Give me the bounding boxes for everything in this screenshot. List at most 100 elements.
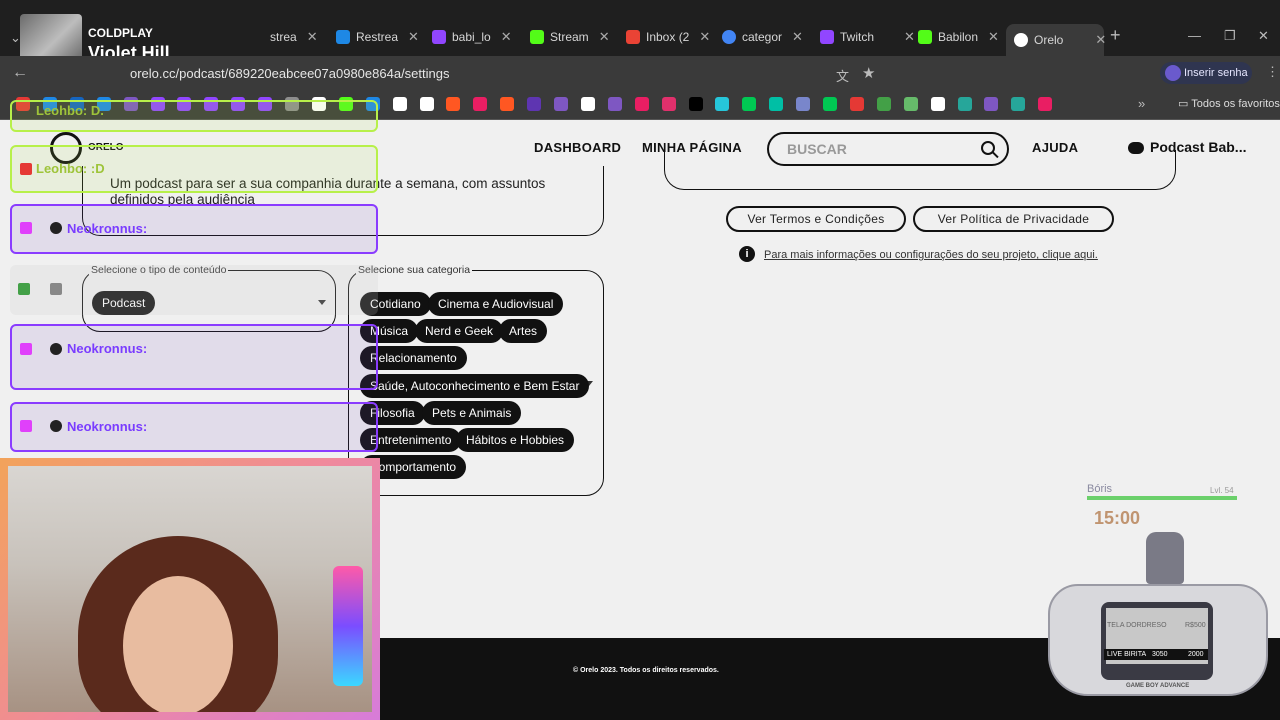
bookmark-icon[interactable]	[876, 97, 891, 111]
gba-line2-right: 2000	[1188, 651, 1204, 658]
tab-label: Orelo	[1034, 33, 1064, 47]
gmail-icon	[626, 30, 640, 44]
sub-badge-icon	[20, 343, 32, 355]
gba-line1-left: TELA DORDRESO	[1107, 622, 1167, 629]
bookmark-icon[interactable]	[527, 97, 542, 111]
tab-label: Babilon	[938, 30, 979, 44]
close-icon[interactable]: ✕	[1095, 32, 1106, 48]
close-icon[interactable]: ✕	[599, 29, 610, 45]
tab-orelo[interactable]: Orelo ✕	[1006, 24, 1106, 56]
category-chip[interactable]: Hábitos e Hobbies	[456, 428, 575, 452]
bookmark-icon[interactable]	[419, 97, 434, 111]
category-chip[interactable]: Saúde, Autoconhecimento e Bem Estar	[360, 374, 590, 398]
bookmark-icon[interactable]	[903, 97, 918, 111]
all-favorites[interactable]: ▭ Todos os favoritos	[1178, 97, 1280, 110]
streamer-face	[123, 576, 233, 712]
bookmark-icon[interactable]	[957, 97, 972, 111]
neon-light	[333, 566, 363, 686]
bookmark-icon[interactable]	[1038, 97, 1053, 111]
tab-inbox[interactable]: Inbox (2 ✕	[626, 26, 710, 48]
close-icon[interactable]: ✕	[699, 29, 710, 45]
x-badge-icon	[20, 163, 32, 175]
bookmark-icon[interactable]	[554, 97, 568, 111]
close-icon[interactable]: ✕	[988, 29, 999, 45]
category-chip[interactable]: Artes	[499, 319, 548, 343]
nav-dashboard[interactable]: DASHBOARD	[534, 140, 621, 155]
bookmark-icon[interactable]	[392, 97, 407, 111]
tab-search-icon[interactable]: ⌄	[10, 30, 21, 46]
terms-button[interactable]: Ver Termos e Condições	[726, 206, 906, 232]
back-icon[interactable]: ←	[12, 64, 28, 82]
tab-label: Twitch	[840, 30, 875, 44]
project-card	[664, 150, 1176, 190]
bookmark-icon[interactable]	[823, 97, 837, 111]
bookmark-icon[interactable]	[500, 97, 515, 111]
sub-badge-icon	[20, 222, 32, 234]
gba-line1-right: R$500	[1185, 622, 1206, 629]
translate-icon[interactable]: ⽂	[836, 66, 849, 85]
bookmark-icon[interactable]	[473, 97, 488, 111]
orelo-icon	[1014, 33, 1028, 47]
category-chip[interactable]: Nerd e Geek	[415, 319, 504, 343]
close-icon[interactable]: ✕	[501, 29, 512, 45]
chat-username: Neokronnus:	[67, 221, 148, 236]
menu-icon[interactable]: ⋮	[1266, 64, 1279, 80]
tab-twitch[interactable]: Twitch ✕	[820, 26, 915, 48]
webcam-feed	[8, 466, 372, 712]
bookmark-icon[interactable]	[849, 97, 864, 111]
signin-button[interactable]: Inserir senha	[1160, 62, 1252, 84]
bookmark-icon[interactable]	[446, 97, 461, 111]
category-chip[interactable]: Pets e Animais	[422, 401, 522, 425]
close-icon[interactable]: ✕	[792, 29, 803, 45]
cat-badge-icon	[50, 420, 62, 432]
bookmark-icon[interactable]	[580, 97, 595, 111]
close-icon[interactable]: ✕	[408, 29, 419, 45]
more-bookmarks-icon[interactable]: »	[1138, 96, 1145, 111]
sub-badge-icon	[20, 420, 32, 432]
privacy-button[interactable]: Ver Política de Privacidade	[913, 206, 1114, 232]
chat-message	[10, 265, 378, 315]
chat-message	[10, 324, 378, 390]
bookmark-icon[interactable]	[661, 97, 676, 111]
info-icon: i	[739, 246, 755, 262]
google-icon	[722, 30, 736, 44]
new-tab-icon[interactable]: +	[1110, 25, 1121, 46]
url-field[interactable]: orelo.cc/podcast/689220eabcee07a0980e864…	[106, 63, 866, 85]
bookmark-icon[interactable]	[796, 97, 811, 111]
pet-timer: 15:00	[1094, 508, 1141, 528]
bookmark-icon[interactable]	[607, 97, 622, 111]
bookmark-icon[interactable]	[1011, 97, 1026, 111]
music-artist: COLDPLAY	[88, 26, 153, 40]
close-icon[interactable]: ✕	[904, 29, 915, 45]
bookmark-star-icon[interactable]: ★	[862, 64, 875, 82]
close-window-icon[interactable]: ✕	[1258, 28, 1269, 44]
tab-babilon[interactable]: Babilon ✕	[918, 26, 999, 48]
bookmark-icon[interactable]	[634, 97, 649, 111]
tab-label: Stream	[550, 30, 589, 44]
close-icon[interactable]: ✕	[307, 29, 318, 45]
bookmark-icon[interactable]	[769, 97, 784, 111]
signin-label: Inserir senha	[1184, 67, 1248, 79]
chat-message	[10, 204, 378, 254]
tab-stream[interactable]: Stream ✕	[530, 26, 610, 48]
bookmark-icon[interactable]	[930, 97, 945, 111]
tab-categor[interactable]: categor ✕	[722, 26, 803, 48]
maximize-icon[interactable]: ❐	[1224, 28, 1236, 44]
pet-xp-bar	[1087, 496, 1237, 500]
bookmark-icon[interactable]	[688, 97, 703, 111]
tab-restream[interactable]: Restrea ✕	[336, 26, 419, 48]
tab-label: strea	[270, 30, 297, 44]
bookmark-icon[interactable]	[984, 97, 999, 111]
gba-line2-mid: 3050	[1152, 651, 1168, 658]
tab-label: Inbox (2	[646, 30, 690, 44]
bookmark-icon[interactable]	[742, 97, 757, 111]
tab-strea[interactable]: strea ✕	[270, 26, 318, 48]
info-link[interactable]: Para mais informações ou configurações d…	[764, 249, 1098, 261]
pet-level: Lvl. 54	[1210, 486, 1234, 495]
minimize-icon[interactable]: —	[1188, 28, 1201, 43]
tab-babi[interactable]: babi_lo ✕	[432, 26, 512, 48]
bookmark-icon[interactable]	[715, 97, 730, 111]
category-chip[interactable]: Cinema e Audiovisual	[428, 292, 564, 316]
pet-name: Bóris	[1087, 483, 1113, 495]
cat-sprite-icon	[1146, 532, 1184, 584]
